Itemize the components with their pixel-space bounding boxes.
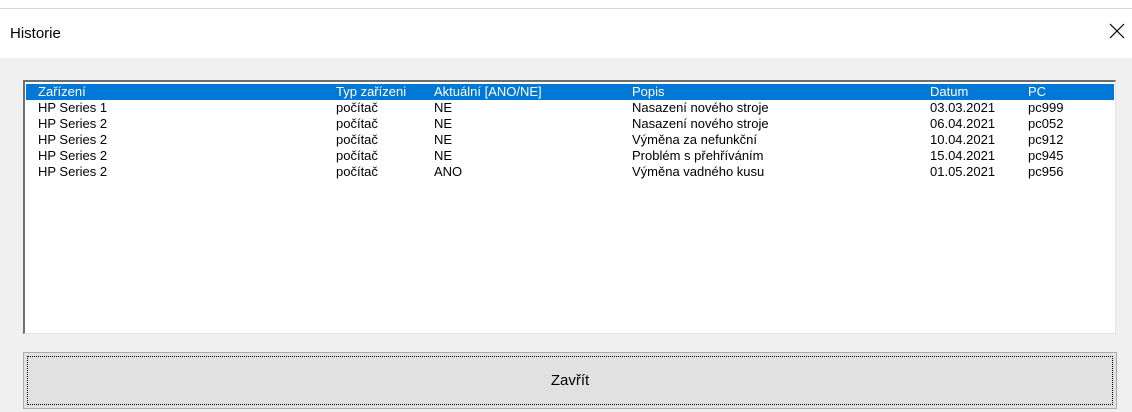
cell-pc: pc956 (1028, 164, 1064, 179)
cell-device-type: počítač (336, 164, 378, 179)
title-bar: Historie (0, 0, 1132, 58)
list-item[interactable]: HP Series 1 počítač NE Nasazení nového s… (26, 100, 1114, 116)
list-item[interactable]: HP Series 2 počítač NE Problém s přehřív… (26, 148, 1114, 164)
column-header-date: Datum (930, 84, 969, 99)
close-button-label: Zavřít (550, 372, 590, 389)
column-header-device: Zařízení (38, 84, 86, 99)
list-header-row[interactable]: Zařízení Typ zařízeni Aktuální [ANO/NE] … (26, 84, 1114, 100)
cell-device: HP Series 1 (38, 100, 108, 115)
cell-date: 06.04.2021 (930, 116, 996, 131)
cell-device-type: počítač (336, 116, 378, 131)
cell-current: NE (434, 100, 453, 115)
cell-pc: pc052 (1028, 116, 1064, 131)
close-button[interactable]: Zavřít (23, 352, 1117, 409)
close-icon (1109, 23, 1125, 39)
cell-pc: pc945 (1028, 148, 1064, 163)
list-item[interactable]: HP Series 2 počítač ANO Výměna vadného k… (26, 164, 1114, 180)
cell-device: HP Series 2 (38, 116, 108, 131)
window-title: Historie (10, 25, 61, 42)
cell-pc: pc912 (1028, 132, 1064, 147)
cell-date: 01.05.2021 (930, 164, 996, 179)
cell-device: HP Series 2 (38, 164, 108, 179)
cell-current: ANO (434, 164, 463, 179)
history-dialog: Historie Zařízení Typ zařízeni Aktuální … (0, 0, 1132, 412)
column-header-current: Aktuální [ANO/NE] (434, 84, 542, 99)
history-listbox[interactable]: Zařízení Typ zařízeni Aktuální [ANO/NE] … (23, 80, 1116, 334)
cell-description: Nasazení nového stroje (632, 100, 769, 115)
cell-device-type: počítač (336, 148, 378, 163)
cell-current: NE (434, 132, 453, 147)
cell-current: NE (434, 148, 453, 163)
cell-device-type: počítač (336, 132, 378, 147)
list-item[interactable]: HP Series 2 počítač NE Výměna za nefunkč… (26, 132, 1114, 148)
window-close-button[interactable] (1102, 16, 1132, 46)
column-header-device-type: Typ zařízeni (336, 84, 407, 99)
cell-description: Výměna vadného kusu (632, 164, 765, 179)
cell-description: Výměna za nefunkční (632, 132, 758, 147)
title-bar-divider (0, 8, 1132, 9)
cell-date: 03.03.2021 (930, 100, 996, 115)
column-header-description: Popis (632, 84, 665, 99)
column-header-pc: PC (1028, 84, 1047, 99)
cell-device-type: počítač (336, 100, 378, 115)
cell-description: Problém s přehříváním (632, 148, 764, 163)
list-item[interactable]: HP Series 2 počítač NE Nasazení nového s… (26, 116, 1114, 132)
cell-description: Nasazení nového stroje (632, 116, 769, 131)
cell-date: 10.04.2021 (930, 132, 996, 147)
cell-date: 15.04.2021 (930, 148, 996, 163)
cell-device: HP Series 2 (38, 148, 108, 163)
cell-current: NE (434, 116, 453, 131)
cell-pc: pc999 (1028, 100, 1064, 115)
cell-device: HP Series 2 (38, 132, 108, 147)
